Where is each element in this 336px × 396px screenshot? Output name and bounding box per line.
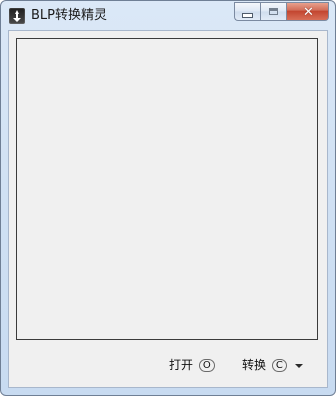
open-hotkey-key: O [198, 359, 215, 372]
convert-hotkey: C [271, 356, 287, 374]
maximize-button[interactable] [260, 2, 286, 21]
window-title: BLP转换精灵 [31, 8, 108, 23]
open-button[interactable]: 打开 O [169, 356, 215, 374]
close-icon: ✕ [303, 5, 314, 20]
preview-panel [16, 38, 318, 340]
title-bar[interactable]: BLP转换精灵 ✕ [1, 1, 335, 31]
maximize-icon [269, 8, 278, 15]
open-label: 打开 [169, 358, 194, 372]
window-controls: ✕ [234, 2, 329, 21]
close-button[interactable]: ✕ [286, 2, 329, 21]
open-hotkey: O [198, 356, 215, 374]
client-area: 打开 O 转换 C [8, 30, 328, 388]
dropdown-arrow-icon[interactable] [295, 364, 303, 368]
minimize-button[interactable] [234, 2, 260, 21]
convert-label: 转换 [242, 358, 267, 372]
minimize-icon [243, 14, 252, 17]
app-icon [9, 8, 25, 24]
convert-hotkey-key: C [271, 359, 287, 372]
app-window: BLP转换精灵 ✕ 打开 O 转换 C [0, 0, 336, 396]
convert-button[interactable]: 转换 C [242, 356, 287, 374]
